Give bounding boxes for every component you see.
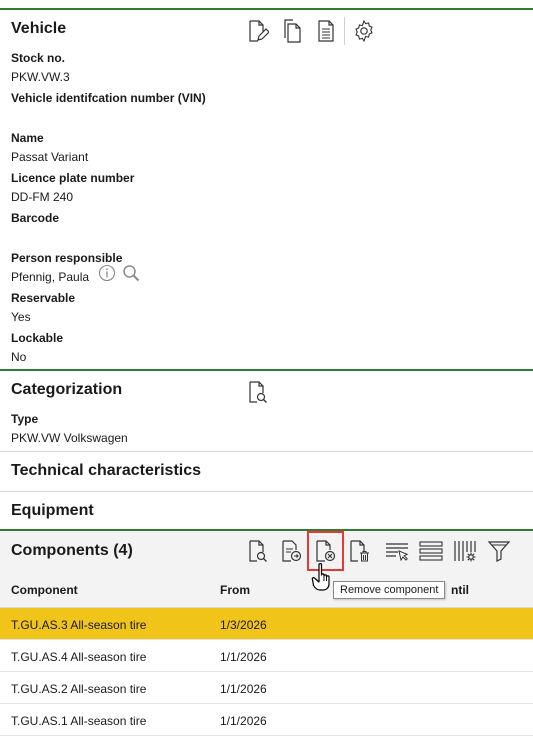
name-value: Passat Variant	[11, 150, 89, 164]
stock-no-label: Stock no.	[11, 51, 66, 65]
list-view-icon[interactable]	[419, 539, 443, 563]
component-cell: T.GU.AS.2 All-season tire	[11, 682, 147, 696]
categorization-section-border	[0, 369, 533, 371]
hand-cursor-icon	[311, 562, 337, 592]
reservable-value: Yes	[11, 310, 31, 324]
components-title: Components (4)	[11, 542, 133, 559]
barcode-label: Barcode	[11, 211, 60, 225]
settings-gear-icon[interactable]	[352, 19, 376, 43]
lockable-label: Lockable	[11, 331, 64, 345]
from-cell: 1/3/2026	[220, 618, 267, 632]
from-cell: 1/1/2026	[220, 650, 267, 664]
technical-characteristics-title[interactable]: Technical characteristics	[11, 462, 201, 480]
table-row[interactable]: T.GU.AS.3 All-season tire 1/3/2026	[0, 608, 533, 640]
licence-plate-label: Licence plate number	[11, 171, 135, 185]
components-table-header: Component From ntil	[0, 571, 533, 608]
type-label: Type	[11, 412, 39, 426]
component-cell: T.GU.AS.1 All-season tire	[11, 714, 147, 728]
equipment-title[interactable]: Equipment	[11, 502, 94, 520]
filter-icon[interactable]	[487, 539, 511, 563]
table-row[interactable]: T.GU.AS.2 All-season tire 1/1/2026	[0, 672, 533, 704]
equipment-divider	[0, 491, 533, 492]
view-document-icon[interactable]	[245, 380, 269, 404]
type-value: PKW.VW Volkswagen	[11, 431, 128, 445]
vehicle-title: Vehicle	[11, 20, 67, 37]
column-header-until[interactable]: ntil	[451, 583, 469, 597]
stock-no-value: PKW.VW.3	[11, 70, 70, 84]
assign-component-icon[interactable]	[279, 539, 303, 563]
table-row[interactable]: T.GU.AS.4 All-season tire 1/1/2026	[0, 640, 533, 672]
vehicle-section-border	[0, 8, 533, 10]
select-columns-icon[interactable]	[385, 539, 409, 563]
edit-document-icon[interactable]	[245, 19, 269, 43]
column-header-from[interactable]: From	[220, 583, 250, 597]
licence-plate-value: DD-FM 240	[11, 190, 74, 204]
categorization-title[interactable]: Categorization	[11, 381, 122, 399]
from-cell: 1/1/2026	[220, 682, 267, 696]
info-icon[interactable]	[97, 263, 117, 283]
from-cell: 1/1/2026	[220, 714, 267, 728]
reservable-label: Reservable	[11, 291, 76, 305]
lockable-value: No	[11, 350, 27, 364]
delete-document-icon[interactable]	[347, 539, 371, 563]
search-icon[interactable]	[121, 263, 141, 283]
person-responsible-value[interactable]: Pfennig, Paula	[11, 270, 89, 284]
column-settings-icon[interactable]	[453, 539, 477, 563]
vin-label: Vehicle identifcation number (VIN)	[11, 91, 206, 105]
toolbar-separator	[344, 17, 345, 45]
component-cell: T.GU.AS.4 All-season tire	[11, 650, 147, 664]
document-icon[interactable]	[314, 19, 338, 43]
name-label: Name	[11, 131, 44, 145]
component-cell: T.GU.AS.3 All-season tire	[11, 618, 147, 632]
view-component-icon[interactable]	[245, 539, 269, 563]
column-header-component[interactable]: Component	[11, 583, 78, 597]
remove-component-tooltip: Remove component	[333, 581, 446, 599]
copy-document-icon[interactable]	[280, 19, 304, 43]
table-row[interactable]: T.GU.AS.1 All-season tire 1/1/2026	[0, 704, 533, 736]
technical-divider	[0, 451, 533, 452]
